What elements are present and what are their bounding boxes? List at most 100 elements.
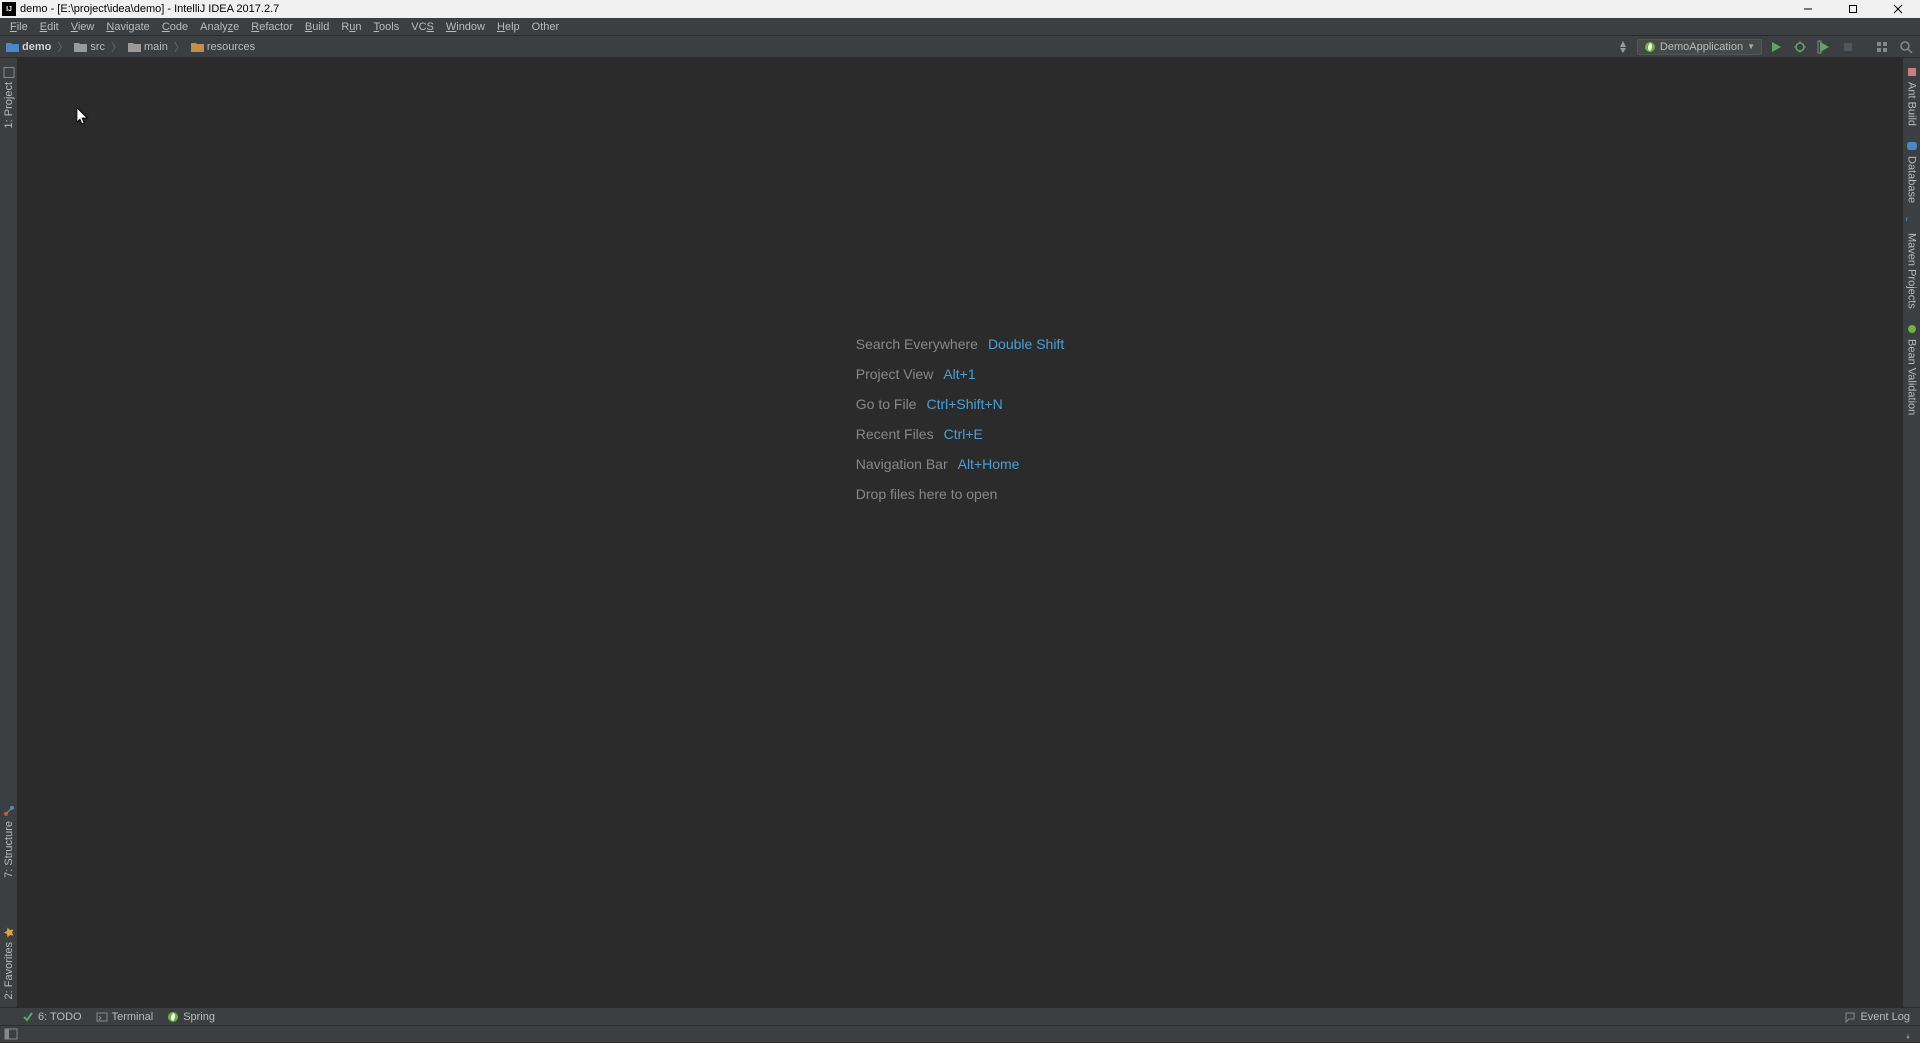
toolwindow-favorites[interactable]: 2: Favorites bbox=[2, 922, 16, 1003]
hint-row: Recent Files Ctrl+E bbox=[856, 426, 1064, 442]
toolwindow-terminal[interactable]: Terminal bbox=[96, 1011, 154, 1023]
close-button[interactable] bbox=[1875, 0, 1920, 18]
hint-shortcut: Ctrl+Shift+N bbox=[926, 396, 1002, 412]
toolwindow-label: Ant Build bbox=[1906, 82, 1918, 126]
svg-text:m: m bbox=[1906, 217, 1908, 224]
hint-row: Project View Alt+1 bbox=[856, 366, 1064, 382]
folder-icon bbox=[128, 42, 141, 52]
build-button[interactable] bbox=[1613, 37, 1633, 57]
hint-shortcut: Double Shift bbox=[988, 336, 1064, 352]
left-toolwindow-bar: 1: Project 7: Structure 2: Favorites bbox=[0, 58, 18, 1007]
maven-icon: m bbox=[1906, 217, 1918, 229]
menu-view[interactable]: View bbox=[65, 20, 101, 34]
toolwindow-label: Terminal bbox=[112, 1011, 154, 1023]
database-icon bbox=[1906, 140, 1918, 152]
toolwindow-label: 7: Structure bbox=[3, 821, 15, 878]
toolwindow-label: Maven Projects bbox=[1906, 233, 1918, 309]
ant-icon bbox=[1906, 66, 1918, 78]
hint-label: Project View bbox=[856, 366, 934, 382]
toolwindows-toggle-icon[interactable] bbox=[4, 1028, 18, 1040]
toolwindow-label: 6: TODO bbox=[38, 1011, 82, 1023]
menu-vcs[interactable]: VCS bbox=[405, 20, 440, 34]
bean-icon bbox=[1906, 323, 1918, 335]
run-configuration-selector[interactable]: DemoApplication ▼ bbox=[1637, 39, 1762, 55]
minimize-button[interactable] bbox=[1785, 0, 1830, 18]
folder-icon bbox=[6, 42, 19, 52]
toolwindow-label: 2: Favorites bbox=[3, 942, 15, 999]
crumb-resources[interactable]: resources bbox=[189, 40, 257, 54]
menu-refactor[interactable]: Refactor bbox=[245, 20, 299, 34]
crumb-label: demo bbox=[22, 41, 51, 53]
window-title: demo - [E:\project\idea\demo] - IntelliJ… bbox=[20, 3, 279, 15]
editor-area-empty[interactable]: Search Everywhere Double Shift Project V… bbox=[18, 58, 1902, 1007]
toolwindow-maven[interactable]: m Maven Projects bbox=[1905, 213, 1919, 313]
hint-label: Go to File bbox=[856, 396, 917, 412]
run-config-name: DemoApplication bbox=[1660, 41, 1743, 53]
toolwindow-database[interactable]: Database bbox=[1905, 136, 1919, 207]
stop-button[interactable] bbox=[1838, 37, 1858, 57]
menu-navigate[interactable]: Navigate bbox=[100, 20, 155, 34]
search-everywhere-button[interactable] bbox=[1896, 37, 1916, 57]
hint-row: Navigation Bar Alt+Home bbox=[856, 456, 1064, 472]
menubar: File Edit View Navigate Code Analyze Ref… bbox=[0, 18, 1920, 36]
toolwindow-todo[interactable]: 6: TODO bbox=[22, 1011, 82, 1023]
crumb-sep: 〉 bbox=[55, 39, 70, 55]
hint-shortcut: Alt+Home bbox=[958, 456, 1020, 472]
menu-file[interactable]: File bbox=[4, 20, 34, 34]
terminal-icon bbox=[96, 1011, 108, 1023]
hint-shortcut: Alt+1 bbox=[943, 366, 975, 382]
event-log-label: Event Log bbox=[1860, 1011, 1910, 1023]
main-body: 1: Project 7: Structure 2: Favorites Sea… bbox=[0, 58, 1920, 1007]
empty-editor-hints: Search Everywhere Double Shift Project V… bbox=[856, 336, 1064, 502]
menu-other[interactable]: Other bbox=[526, 20, 566, 34]
menu-run[interactable]: Run bbox=[335, 20, 367, 34]
toolwindow-structure[interactable]: 7: Structure bbox=[2, 801, 16, 882]
breadcrumb: demo 〉 src 〉 main 〉 resources bbox=[4, 39, 257, 55]
menu-edit[interactable]: Edit bbox=[34, 20, 65, 34]
menu-analyze[interactable]: Analyze bbox=[194, 20, 245, 34]
hint-shortcut: Ctrl+E bbox=[944, 426, 983, 442]
navigation-toolbar: demo 〉 src 〉 main 〉 resources DemoApplic… bbox=[0, 36, 1920, 58]
menu-window[interactable]: Window bbox=[440, 20, 491, 34]
toolwindow-project[interactable]: 1: Project bbox=[2, 62, 16, 132]
crumb-label: main bbox=[144, 41, 168, 53]
toolwindow-bean-validation[interactable]: Bean Validation bbox=[1905, 319, 1919, 419]
menu-build[interactable]: Build bbox=[299, 20, 335, 34]
project-structure-button[interactable] bbox=[1872, 37, 1892, 57]
toolwindow-ant[interactable]: Ant Build bbox=[1905, 62, 1919, 130]
lock-icon[interactable] bbox=[1906, 1028, 1916, 1040]
crumb-sep: 〉 bbox=[109, 39, 124, 55]
app-icon bbox=[2, 2, 16, 16]
toolwindow-spring[interactable]: Spring bbox=[167, 1011, 215, 1023]
crumb-label: resources bbox=[207, 41, 255, 53]
debug-button[interactable] bbox=[1790, 37, 1810, 57]
hint-label: Recent Files bbox=[856, 426, 934, 442]
menu-code[interactable]: Code bbox=[156, 20, 194, 34]
crumb-main[interactable]: main bbox=[126, 40, 170, 54]
chevron-down-icon: ▼ bbox=[1747, 42, 1755, 51]
menu-tools[interactable]: Tools bbox=[368, 20, 406, 34]
toolwindow-label: Spring bbox=[183, 1011, 215, 1023]
spring-icon bbox=[1644, 41, 1656, 53]
spring-icon bbox=[167, 1011, 179, 1023]
project-icon bbox=[3, 66, 15, 78]
toolwindow-label: Database bbox=[1906, 156, 1918, 203]
toolbar-right: DemoApplication ▼ bbox=[1613, 37, 1916, 57]
star-icon bbox=[3, 926, 15, 938]
hint-row: Search Everywhere Double Shift bbox=[856, 336, 1064, 352]
crumb-demo[interactable]: demo bbox=[4, 40, 53, 54]
statusbar bbox=[0, 1025, 1920, 1042]
maximize-button[interactable] bbox=[1830, 0, 1875, 18]
event-log-button[interactable]: Event Log bbox=[1844, 1011, 1910, 1023]
structure-icon bbox=[3, 805, 15, 817]
menu-help[interactable]: Help bbox=[491, 20, 526, 34]
toolwindow-label: Bean Validation bbox=[1906, 339, 1918, 415]
hint-row: Go to File Ctrl+Shift+N bbox=[856, 396, 1064, 412]
bottom-toolwindow-bar: 6: TODO Terminal Spring Event Log bbox=[0, 1007, 1920, 1025]
crumb-src[interactable]: src bbox=[72, 40, 107, 54]
run-button[interactable] bbox=[1766, 37, 1786, 57]
balloon-icon bbox=[1844, 1011, 1856, 1023]
toolwindow-label: 1: Project bbox=[3, 82, 15, 128]
run-coverage-button[interactable] bbox=[1814, 37, 1834, 57]
crumb-sep: 〉 bbox=[172, 39, 187, 55]
